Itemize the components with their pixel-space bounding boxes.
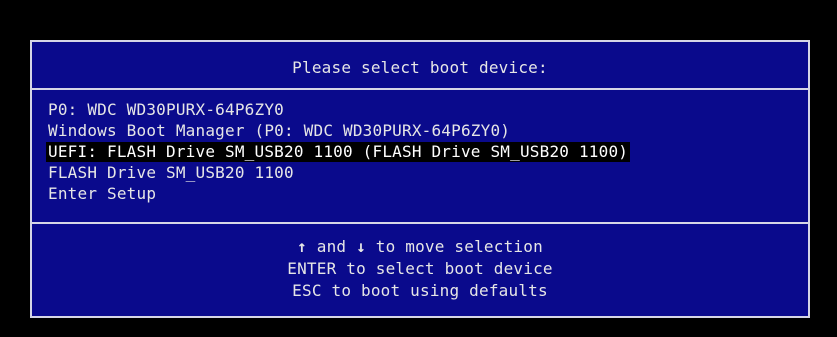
title-divider	[32, 88, 808, 90]
down-arrow-icon: ↓	[356, 237, 366, 256]
boot-device-p0-wdc[interactable]: P0: WDC WD30PURX-64P6ZY0	[46, 100, 286, 120]
and-text: and	[316, 237, 347, 256]
boot-device-row[interactable]: P0: WDC WD30PURX-64P6ZY0	[46, 100, 794, 121]
help-text: ↑ and ↓ to move selection ENTER to selec…	[32, 236, 808, 302]
boot-device-windows-boot-manager[interactable]: Windows Boot Manager (P0: WDC WD30PURX-6…	[46, 121, 512, 141]
dialog-title: Please select boot device:	[292, 58, 548, 77]
enter-setup-option[interactable]: Enter Setup	[46, 184, 158, 204]
help-divider	[32, 222, 808, 224]
boot-menu-dialog: Please select boot device: P0: WDC WD30P…	[30, 40, 810, 318]
bios-screen: Please select boot device: P0: WDC WD30P…	[0, 0, 837, 337]
up-arrow-icon: ↑	[297, 237, 307, 256]
esc-hint: ESC to boot using defaults	[292, 281, 548, 300]
move-selection-text: to move selection	[375, 237, 543, 256]
boot-device-list: P0: WDC WD30PURX-64P6ZY0 Windows Boot Ma…	[46, 100, 794, 205]
boot-device-uefi-flash-selected[interactable]: UEFI: FLASH Drive SM_USB20 1100 (FLASH D…	[46, 142, 631, 162]
navigation-hint: ↑ and ↓ to move selection	[32, 236, 808, 258]
boot-device-row[interactable]: Windows Boot Manager (P0: WDC WD30PURX-6…	[46, 121, 794, 142]
boot-device-row[interactable]: Enter Setup	[46, 184, 794, 205]
boot-device-row[interactable]: UEFI: FLASH Drive SM_USB20 1100 (FLASH D…	[46, 142, 794, 163]
enter-hint: ENTER to select boot device	[287, 259, 553, 278]
boot-device-flash-drive[interactable]: FLASH Drive SM_USB20 1100	[46, 163, 296, 183]
boot-device-row[interactable]: FLASH Drive SM_USB20 1100	[46, 163, 794, 184]
